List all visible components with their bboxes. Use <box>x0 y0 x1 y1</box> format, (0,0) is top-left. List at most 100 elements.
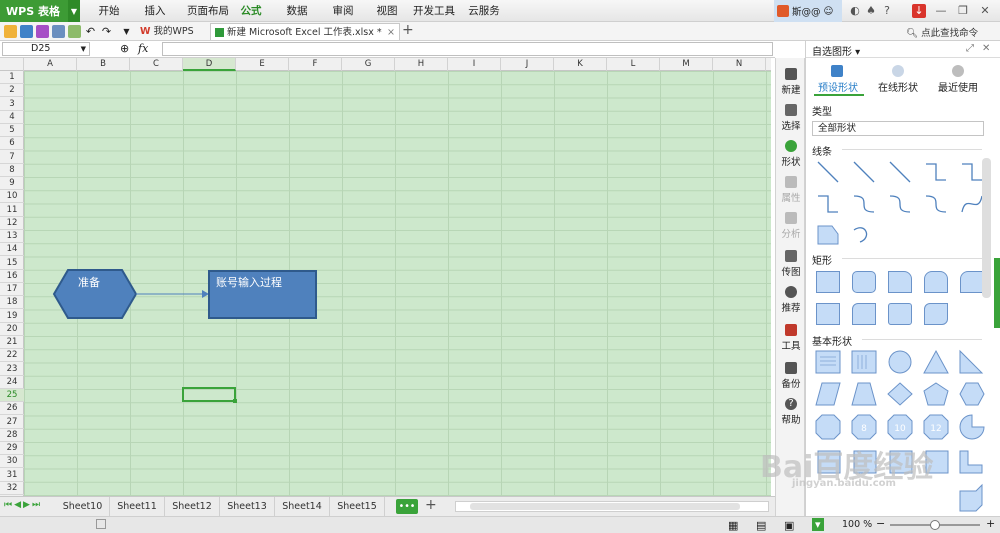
close-icon[interactable]: ✕ <box>982 43 990 54</box>
avatar <box>777 5 789 17</box>
zoom-in-icon[interactable]: + <box>986 517 995 530</box>
curve-connector-icon[interactable] <box>853 195 875 213</box>
rail-backup[interactable]: 备份 <box>776 360 806 394</box>
hexagon-text[interactable]: 准备 <box>78 274 100 290</box>
cube-icon[interactable] <box>959 483 983 512</box>
sheet-tab[interactable]: Sheet10 <box>56 497 110 516</box>
rail-tools[interactable]: 工具 <box>776 322 806 356</box>
elbow-double-arrow-icon[interactable] <box>818 195 838 213</box>
round-same-side-rectangle-icon[interactable] <box>888 303 912 325</box>
hexagon-icon[interactable] <box>959 382 985 406</box>
scribble-icon[interactable] <box>853 227 868 243</box>
elbow-connector-icon[interactable] <box>926 163 946 181</box>
oval-icon[interactable] <box>888 350 912 374</box>
zoom-out-icon[interactable]: − <box>876 517 885 530</box>
curve-icon[interactable] <box>961 195 983 213</box>
rail-properties[interactable]: 属性 <box>776 174 806 208</box>
active-tab-indicator <box>814 94 864 96</box>
sheet-tab[interactable]: Sheet14 <box>275 497 330 516</box>
round-diagonal-rectangle-icon[interactable] <box>924 303 948 325</box>
fill-handle[interactable] <box>233 399 237 403</box>
toolbox-icon <box>785 324 797 336</box>
skin-icon[interactable]: ◐ <box>848 4 862 18</box>
panel-scrollbar[interactable] <box>982 158 991 298</box>
zoom-level[interactable]: 100 % <box>842 519 872 530</box>
text-box-icon[interactable] <box>815 350 841 374</box>
rail-analysis[interactable]: 分析 <box>776 210 806 244</box>
sheet-tab[interactable]: Sheet12 <box>165 497 220 516</box>
rail-select[interactable]: 选择 <box>776 102 806 136</box>
rectangle-shape-icon[interactable] <box>816 271 840 293</box>
diamond-icon[interactable] <box>887 382 913 406</box>
arrow-shape-icon[interactable] <box>853 161 875 183</box>
tab-online-shapes[interactable]: 在线形状 <box>872 79 924 94</box>
parallelogram-icon[interactable] <box>815 382 841 406</box>
minimize-icon[interactable]: — <box>934 4 948 18</box>
l-shape-icon[interactable] <box>959 450 983 474</box>
heptagon-icon[interactable] <box>815 414 841 440</box>
elbow-arrow-icon[interactable] <box>962 163 982 181</box>
dodecagon-number: 12 <box>930 424 941 434</box>
tab-recent[interactable]: 最近使用 <box>932 79 984 94</box>
section-basic-shapes: 基本形状 <box>812 337 852 348</box>
panel-title[interactable]: 自选图形 ▾ <box>812 43 860 58</box>
layout-view-icon[interactable]: ▣ <box>784 519 794 532</box>
reading-mode-icon[interactable]: ▾ <box>812 518 824 531</box>
zoom-slider-thumb[interactable] <box>930 520 940 530</box>
rail-label: 推荐 <box>781 303 801 314</box>
undock-icon[interactable]: ⤢ <box>966 43 974 54</box>
command-search[interactable]: 🔍︎ 点此查找命令 <box>906 25 978 39</box>
rail-label: 属性 <box>781 193 801 204</box>
curve-double-arrow-icon[interactable] <box>925 195 947 213</box>
triangle-icon[interactable] <box>923 349 949 374</box>
right-triangle-icon[interactable] <box>959 349 984 374</box>
normal-view-icon[interactable]: ▦ <box>728 519 738 532</box>
more-sheets-button[interactable]: ••• <box>396 499 418 514</box>
macro-icon[interactable] <box>96 519 106 529</box>
restore-icon[interactable]: ❐ <box>956 4 970 18</box>
close-icon[interactable]: ✕ <box>978 4 992 18</box>
decagon-number: 10 <box>894 424 906 434</box>
snip-same-side-rectangle-icon[interactable] <box>924 271 948 293</box>
scroll-thumb[interactable] <box>470 503 740 510</box>
rail-shapes[interactable]: 形状 <box>776 138 806 172</box>
page-break-view-icon[interactable]: ▤ <box>756 519 766 532</box>
freeform-shape-icon[interactable] <box>817 225 839 245</box>
rail-upload-image[interactable]: 传图 <box>776 248 806 282</box>
panel-collapse-handle[interactable] <box>994 258 1000 328</box>
rail-help[interactable]: ? 帮助 <box>776 396 806 430</box>
horizontal-scrollbar[interactable] <box>455 501 769 512</box>
add-sheet-icon[interactable]: + <box>425 497 437 513</box>
shapes-icon <box>785 140 797 152</box>
snip-rectangle-icon[interactable] <box>888 271 912 293</box>
double-arrow-shape-icon[interactable] <box>889 161 911 183</box>
selected-cell[interactable] <box>182 387 237 403</box>
shape-type-select[interactable]: 全部形状 <box>812 121 984 136</box>
round-single-corner-rectangle-icon[interactable] <box>852 303 876 325</box>
line-shape-icon[interactable] <box>817 161 839 183</box>
feedback-icon[interactable]: ↓ <box>912 4 926 18</box>
shirt-icon[interactable]: ♠ <box>864 4 878 18</box>
sheet-tab[interactable]: Sheet15 <box>330 497 385 516</box>
tab-preset-shapes[interactable]: 预设形状 <box>812 79 864 94</box>
sheet-tab[interactable]: Sheet13 <box>220 497 275 516</box>
single-corner-rectangle-icon[interactable] <box>816 303 840 325</box>
trapezoid-icon[interactable] <box>851 382 877 406</box>
divider <box>806 57 1000 58</box>
help-icon[interactable]: ? <box>880 4 894 18</box>
rounded-rectangle-icon[interactable] <box>852 271 876 293</box>
rail-recommend[interactable]: 推荐 <box>776 284 806 318</box>
pie-icon[interactable] <box>959 414 985 440</box>
watermark-url: jingyan.baidu.com <box>792 478 896 489</box>
user-account[interactable]: 斯@@ ☺ <box>774 0 842 22</box>
snip-diagonal-rectangle-icon[interactable] <box>960 271 984 293</box>
sheet-tab[interactable]: Sheet11 <box>110 497 165 516</box>
pentagon-icon[interactable] <box>923 382 949 406</box>
vertical-text-box-icon[interactable] <box>851 350 877 374</box>
rail-new[interactable]: 新建 <box>776 66 806 100</box>
sheet-nav-icon[interactable]: ⏮◀▶⏭ <box>4 500 42 510</box>
curve-arrow-icon[interactable] <box>889 195 911 213</box>
zoom-slider[interactable] <box>890 520 980 530</box>
select-icon <box>785 104 797 116</box>
process-text[interactable]: 账号输入过程 <box>216 274 282 290</box>
